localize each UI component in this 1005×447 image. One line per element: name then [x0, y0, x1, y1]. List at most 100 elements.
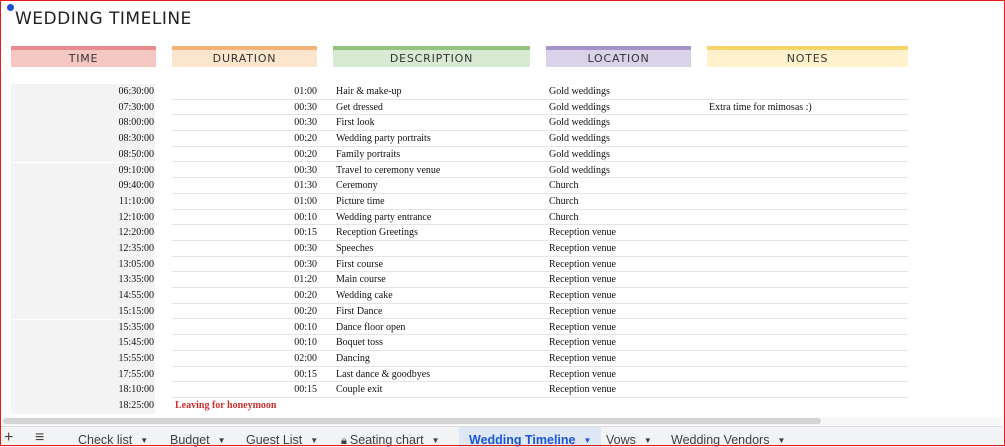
duration-cell[interactable]: 00:30 — [172, 257, 317, 273]
header-notes[interactable]: NOTES — [707, 46, 908, 67]
chevron-down-icon[interactable]: ▼ — [644, 436, 652, 445]
duration-cell[interactable]: 01:00 — [172, 194, 317, 210]
location-cell[interactable]: Church — [549, 178, 699, 194]
honeymoon-label[interactable]: Leaving for honeymoon — [175, 398, 277, 414]
header-location[interactable]: LOCATION — [546, 46, 691, 67]
duration-cell[interactable]: 00:15 — [172, 382, 317, 398]
location-cell[interactable]: Church — [549, 210, 699, 226]
duration-cell[interactable]: 00:15 — [172, 225, 317, 241]
notes-cell[interactable]: Extra time for mimosas :) — [709, 100, 907, 116]
sheet-tab-seating-chart[interactable]: 🔒︎ Seating chart ▼ — [341, 427, 440, 447]
description-cell[interactable]: Wedding cake — [336, 288, 536, 304]
time-cell[interactable]: 06:30:00 — [11, 84, 155, 100]
duration-cell[interactable]: 00:10 — [172, 335, 317, 351]
description-cell[interactable]: Dance floor open — [336, 320, 536, 336]
location-cell[interactable]: Gold weddings — [549, 115, 699, 131]
time-cell[interactable]: 15:55:00 — [11, 350, 155, 367]
sheet-tab-budget[interactable]: Budget ▼ — [170, 427, 226, 447]
chevron-down-icon[interactable]: ▼ — [140, 436, 148, 445]
duration-cell[interactable]: 02:00 — [172, 351, 317, 367]
description-cell[interactable]: First Dance — [336, 304, 536, 320]
description-cell[interactable]: Travel to ceremony venue — [336, 163, 536, 179]
location-cell[interactable]: Gold weddings — [549, 163, 699, 179]
header-duration[interactable]: DURATION — [172, 46, 317, 67]
sheet-tab-vows[interactable]: Vows ▼ — [606, 427, 652, 447]
chevron-down-icon[interactable]: ▼ — [432, 436, 440, 445]
location-cell[interactable]: Reception venue — [549, 382, 699, 398]
time-cell[interactable]: 08:00:00 — [11, 115, 155, 132]
time-cell[interactable]: 15:15:00 — [11, 303, 155, 320]
chevron-down-icon[interactable]: ▼ — [218, 436, 226, 445]
time-cell[interactable]: 09:10:00 — [11, 162, 155, 179]
location-cell[interactable]: Gold weddings — [549, 147, 699, 163]
hamburger-menu-icon[interactable]: ≡ — [35, 429, 44, 447]
time-cell[interactable]: 15:35:00 — [11, 319, 155, 336]
description-cell[interactable]: Get dressed — [336, 100, 536, 116]
header-time[interactable]: TIME — [11, 46, 156, 67]
time-cell[interactable]: 08:30:00 — [11, 131, 155, 147]
duration-cell[interactable]: 00:30 — [172, 241, 317, 257]
duration-cell[interactable]: 00:20 — [172, 147, 317, 163]
description-cell[interactable]: Picture time — [336, 194, 536, 210]
duration-cell[interactable]: 00:20 — [172, 288, 317, 304]
selection-handle-icon[interactable] — [7, 4, 14, 11]
location-cell[interactable]: Reception venue — [549, 225, 699, 241]
time-cell[interactable]: 08:50:00 — [11, 146, 155, 163]
location-cell[interactable]: Reception venue — [549, 351, 699, 367]
description-cell[interactable]: Reception Greetings — [336, 225, 536, 241]
location-cell[interactable]: Gold weddings — [549, 100, 699, 116]
duration-cell[interactable]: 01:20 — [172, 272, 317, 288]
sheet-tab-check-list[interactable]: Check list ▼ — [78, 427, 148, 447]
location-cell[interactable]: Church — [549, 194, 699, 210]
time-cell[interactable]: 13:35:00 — [11, 272, 155, 289]
time-cell[interactable]: 12:10:00 — [11, 209, 155, 226]
plus-icon[interactable]: + — [4, 429, 13, 447]
time-cell[interactable]: 13:05:00 — [11, 256, 155, 273]
location-cell[interactable]: Reception venue — [549, 367, 699, 383]
duration-cell[interactable]: 00:30 — [172, 100, 317, 116]
description-cell[interactable]: Couple exit — [336, 382, 536, 398]
location-cell[interactable]: Gold weddings — [549, 84, 699, 100]
chevron-down-icon[interactable]: ▼ — [310, 436, 318, 445]
time-cell[interactable]: 12:35:00 — [11, 241, 155, 257]
location-cell[interactable]: Reception venue — [549, 304, 699, 320]
duration-cell[interactable]: 00:30 — [172, 115, 317, 131]
location-cell[interactable]: Reception venue — [549, 288, 699, 304]
time-cell[interactable]: 14:55:00 — [11, 288, 155, 304]
chevron-down-icon[interactable]: ▼ — [777, 436, 785, 445]
sheet-tab-wedding-timeline[interactable]: Wedding Timeline ▼ — [459, 427, 602, 447]
horizontal-scrollbar-thumb[interactable] — [3, 418, 821, 424]
description-cell[interactable]: Main course — [336, 272, 536, 288]
time-cell[interactable]: 12:20:00 — [11, 225, 155, 241]
time-cell[interactable]: 11:10:00 — [11, 193, 155, 210]
duration-cell[interactable]: 00:10 — [172, 210, 317, 226]
duration-cell[interactable]: 00:15 — [172, 367, 317, 383]
location-cell[interactable]: Reception venue — [549, 241, 699, 257]
sheet-tab-guest-list[interactable]: Guest List ▼ — [246, 427, 318, 447]
time-cell[interactable]: 09:40:00 — [11, 178, 155, 194]
description-cell[interactable]: Dancing — [336, 351, 536, 367]
description-cell[interactable]: First course — [336, 257, 536, 273]
location-cell[interactable]: Reception venue — [549, 320, 699, 336]
description-cell[interactable]: Ceremony — [336, 178, 536, 194]
duration-cell[interactable]: 01:00 — [172, 84, 317, 100]
location-cell[interactable]: Reception venue — [549, 272, 699, 288]
duration-cell[interactable]: 00:30 — [172, 163, 317, 179]
description-cell[interactable]: Family portraits — [336, 147, 536, 163]
time-cell[interactable]: 15:45:00 — [11, 335, 155, 351]
duration-cell[interactable]: 00:20 — [172, 131, 317, 147]
time-cell[interactable]: 18:10:00 — [11, 382, 155, 398]
location-cell[interactable]: Reception venue — [549, 257, 699, 273]
header-description[interactable]: DESCRIPTION — [333, 46, 530, 67]
chevron-down-icon[interactable]: ▼ — [584, 436, 592, 445]
time-cell[interactable]: 07:30:00 — [11, 99, 155, 116]
time-cell[interactable]: 17:55:00 — [11, 366, 155, 383]
duration-cell[interactable]: 00:20 — [172, 304, 317, 320]
sheet-tab-wedding-vendors[interactable]: Wedding Vendors ▼ — [671, 427, 785, 447]
description-cell[interactable]: Wedding party entrance — [336, 210, 536, 226]
location-cell[interactable]: Reception venue — [549, 335, 699, 351]
description-cell[interactable]: Speeches — [336, 241, 536, 257]
description-cell[interactable]: Hair & make-up — [336, 84, 536, 100]
location-cell[interactable]: Gold weddings — [549, 131, 699, 147]
description-cell[interactable]: Boquet toss — [336, 335, 536, 351]
